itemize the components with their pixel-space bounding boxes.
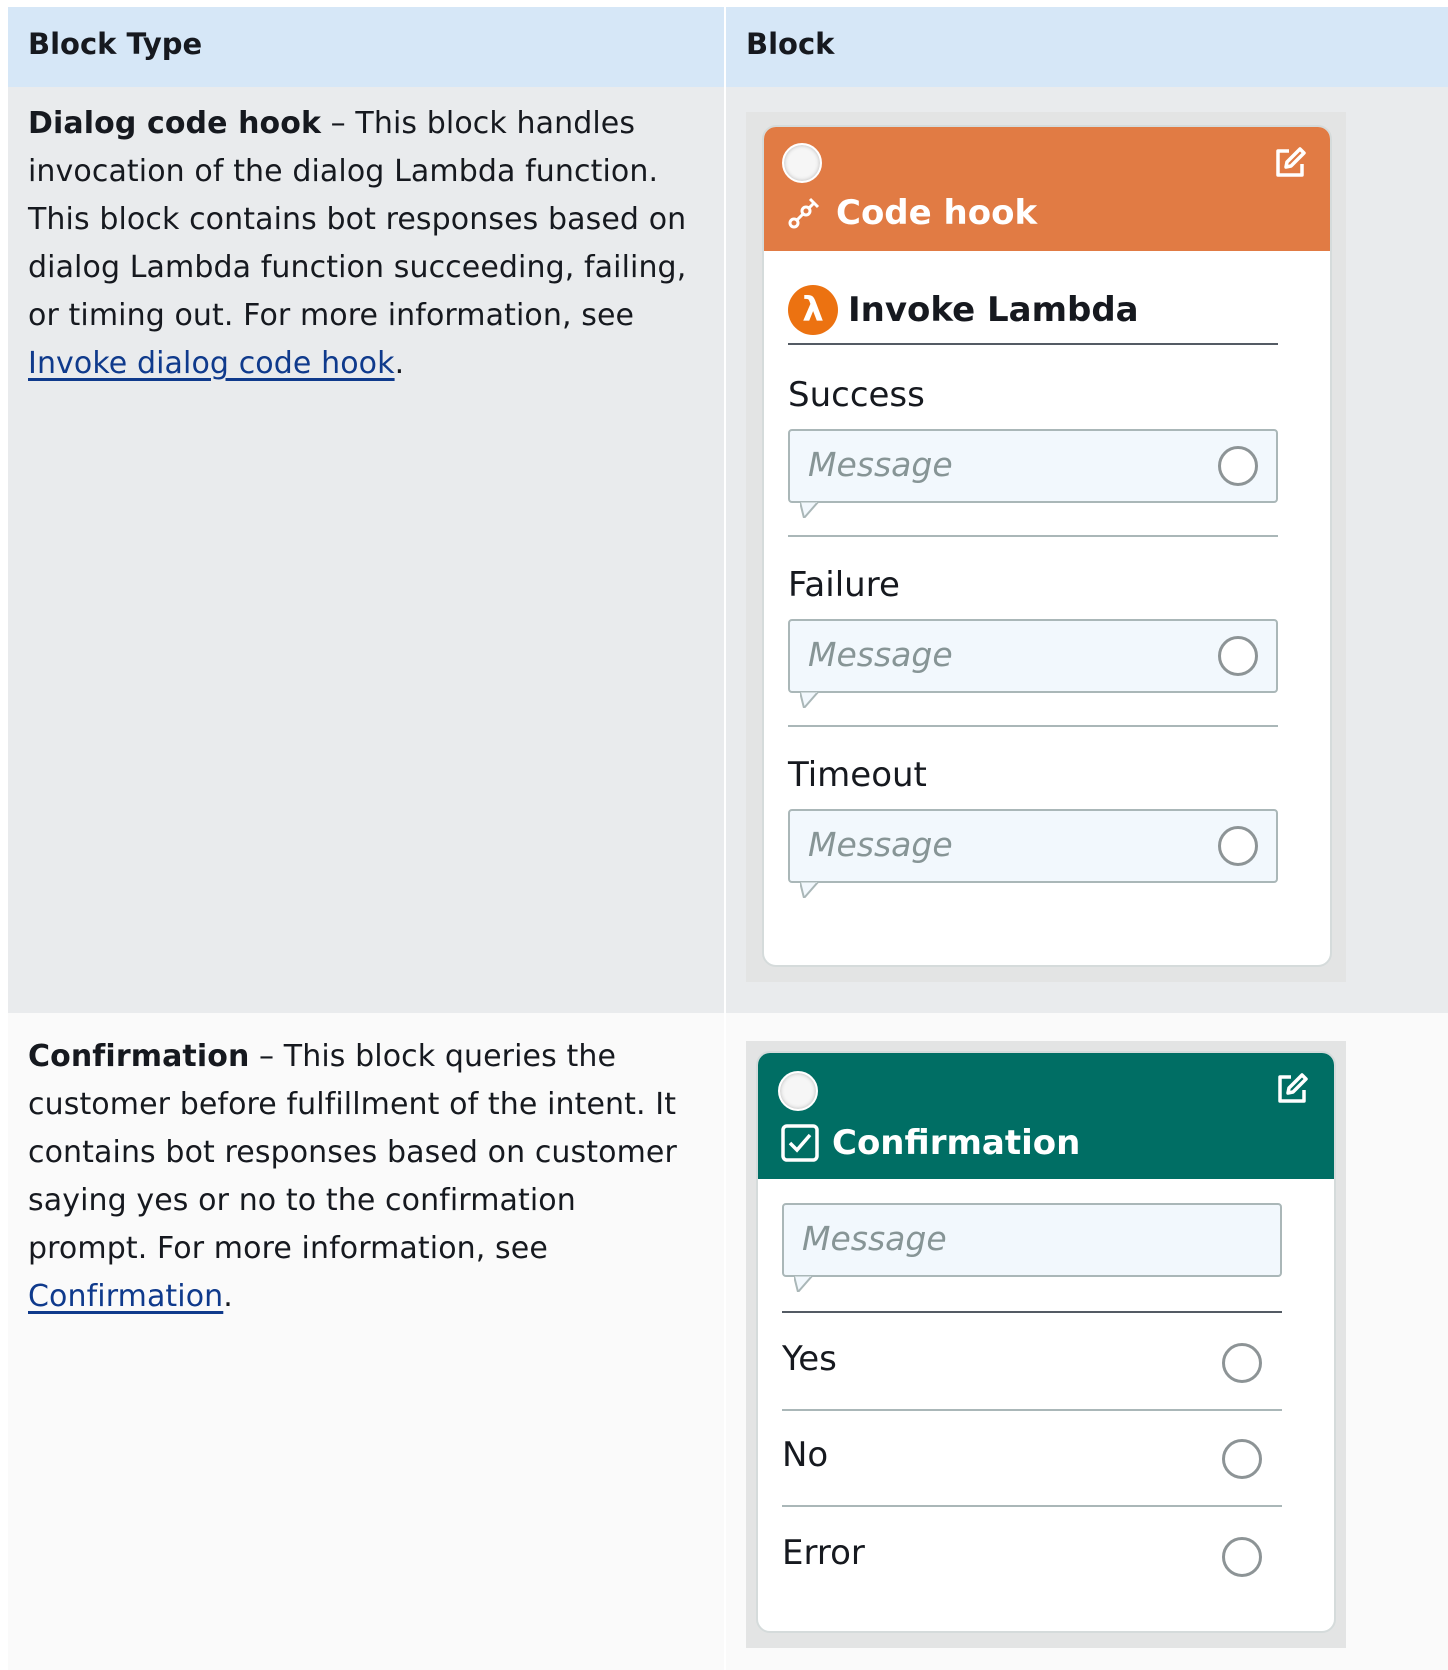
divider xyxy=(788,725,1278,727)
confirmation-link[interactable]: Confirmation xyxy=(28,1279,223,1314)
input-connector-dot[interactable] xyxy=(778,1071,818,1111)
invoke-lambda-row: λ Invoke Lambda xyxy=(788,285,1139,335)
message-placeholder: Message xyxy=(808,825,953,864)
option-error-row: Error xyxy=(782,1509,1280,1605)
block-type-name: Dialog code hook xyxy=(28,106,322,141)
code-hook-icon xyxy=(788,197,820,229)
lambda-icon: λ xyxy=(788,285,838,335)
success-message-input[interactable]: Message xyxy=(788,429,1278,518)
block-type-description: Confirmation – This block queries the cu… xyxy=(8,1013,726,1670)
trailing-period: . xyxy=(223,1279,233,1314)
confirmation-card: Confirmation Message Yes No Error xyxy=(756,1051,1336,1633)
block-type-description: Dialog code hook – This block handles in… xyxy=(8,87,726,1013)
speech-tail-icon xyxy=(800,882,820,898)
header-block: Block xyxy=(746,27,835,61)
speech-tail-icon xyxy=(794,1276,814,1292)
error-connector-radio[interactable] xyxy=(1222,1537,1262,1577)
message-placeholder: Message xyxy=(808,635,953,674)
timeout-connector-radio[interactable] xyxy=(1218,826,1258,866)
divider xyxy=(782,1311,1282,1313)
divider xyxy=(782,1505,1282,1507)
table-header-row: Block Type Block xyxy=(8,7,1448,87)
message-placeholder: Message xyxy=(808,445,953,484)
failure-message-input[interactable]: Message xyxy=(788,619,1278,708)
option-yes-row: Yes xyxy=(782,1315,1280,1411)
confirmation-block-screenshot: Confirmation Message Yes No Error xyxy=(746,1041,1346,1648)
failure-connector-radio[interactable] xyxy=(1218,636,1258,676)
message-placeholder: Message xyxy=(802,1219,947,1258)
timeout-message-input[interactable]: Message xyxy=(788,809,1278,898)
success-label: Success xyxy=(788,375,925,415)
header-block-type: Block Type xyxy=(8,7,726,87)
confirmation-message-input[interactable]: Message xyxy=(782,1203,1282,1292)
edit-icon[interactable] xyxy=(1272,145,1308,181)
code-hook-card: Code hook λ Invoke Lambda Success Messag… xyxy=(762,125,1332,967)
invoke-dialog-code-hook-link[interactable]: Invoke dialog code hook xyxy=(28,346,395,381)
option-error-label: Error xyxy=(782,1533,865,1573)
failure-label: Failure xyxy=(788,565,900,605)
code-hook-header: Code hook xyxy=(764,127,1330,251)
code-hook-block-screenshot: Code hook λ Invoke Lambda Success Messag… xyxy=(746,112,1346,982)
success-connector-radio[interactable] xyxy=(1218,446,1258,486)
code-hook-title-text: Code hook xyxy=(836,193,1038,233)
edit-icon[interactable] xyxy=(1274,1071,1310,1107)
trailing-period: . xyxy=(394,346,405,381)
input-connector-dot[interactable] xyxy=(782,143,822,183)
divider xyxy=(788,535,1278,537)
divider xyxy=(788,343,1278,345)
speech-tail-icon xyxy=(800,692,820,708)
checkbox-icon xyxy=(781,1124,819,1162)
yes-connector-radio[interactable] xyxy=(1222,1343,1262,1383)
option-no-label: No xyxy=(782,1435,829,1475)
option-yes-label: Yes xyxy=(782,1339,837,1379)
invoke-lambda-label: Invoke Lambda xyxy=(848,290,1139,330)
confirmation-title: Confirmation xyxy=(780,1123,1080,1163)
confirmation-title-text: Confirmation xyxy=(832,1123,1081,1163)
code-hook-title: Code hook xyxy=(784,193,1037,233)
timeout-label: Timeout xyxy=(788,755,927,795)
confirmation-header: Confirmation xyxy=(758,1053,1334,1179)
no-connector-radio[interactable] xyxy=(1222,1439,1262,1479)
speech-tail-icon xyxy=(800,502,820,518)
block-type-name: Confirmation xyxy=(28,1039,250,1074)
option-no-row: No xyxy=(782,1411,1280,1507)
